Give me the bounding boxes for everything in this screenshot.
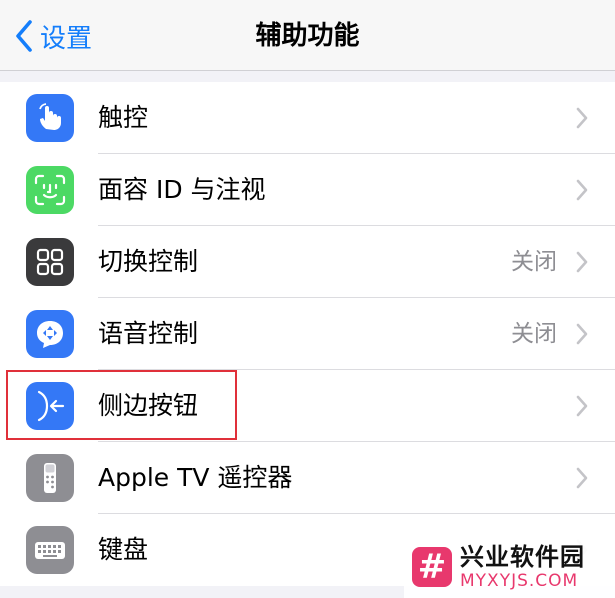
- chevron-right-icon: [576, 323, 588, 345]
- row-touch-label: 触控: [98, 103, 149, 132]
- chevron-right-icon: [576, 107, 588, 129]
- tv-remote-icon: [26, 454, 74, 502]
- switch-control-icon: [26, 238, 74, 286]
- row-apple-tv-remote[interactable]: Apple TV 遥控器: [0, 442, 615, 514]
- watermark-logo-icon: #: [412, 546, 452, 587]
- row-face-id-label: 面容 ID 与注视: [98, 175, 266, 204]
- page-title: 辅助功能: [255, 21, 360, 51]
- settings-list: 触控 面容 ID 与注视 切换控制 关闭 语音控制 关闭 侧边按钮 Apple …: [0, 82, 615, 586]
- touch-hand-icon: [26, 94, 74, 142]
- row-side-button[interactable]: 侧边按钮: [0, 370, 615, 442]
- chevron-right-icon: [576, 467, 588, 489]
- navigation-bar: 设置 辅助功能: [0, 0, 615, 71]
- row-keyboard-label: 键盘: [98, 535, 149, 564]
- row-touch[interactable]: 触控: [0, 82, 615, 154]
- chevron-right-icon: [576, 251, 588, 273]
- keyboard-icon: [26, 526, 74, 574]
- face-id-icon: [26, 166, 74, 214]
- side-button-icon: [26, 382, 74, 430]
- row-side-button-label: 侧边按钮: [98, 391, 199, 420]
- watermark-url: MYXYJS.COM: [460, 570, 579, 591]
- row-switch-control-label: 切换控制: [98, 247, 199, 276]
- watermark-text: 兴业软件园 MYXYJS.COM: [460, 543, 585, 591]
- chevron-right-icon: [576, 179, 588, 201]
- row-apple-tv-remote-label: Apple TV 遥控器: [98, 463, 293, 492]
- chevron-right-icon: [576, 395, 588, 417]
- row-switch-control-value: 关闭: [511, 249, 557, 275]
- row-voice-control-value: 关闭: [511, 321, 557, 347]
- row-switch-control[interactable]: 切换控制 关闭: [0, 226, 615, 298]
- row-face-id[interactable]: 面容 ID 与注视: [0, 154, 615, 226]
- row-voice-control[interactable]: 语音控制 关闭: [0, 298, 615, 370]
- watermark-name: 兴业软件园: [460, 542, 585, 571]
- voice-control-icon: [26, 310, 74, 358]
- watermark: # 兴业软件园 MYXYJS.COM: [404, 535, 615, 598]
- row-voice-control-label: 语音控制: [98, 319, 199, 348]
